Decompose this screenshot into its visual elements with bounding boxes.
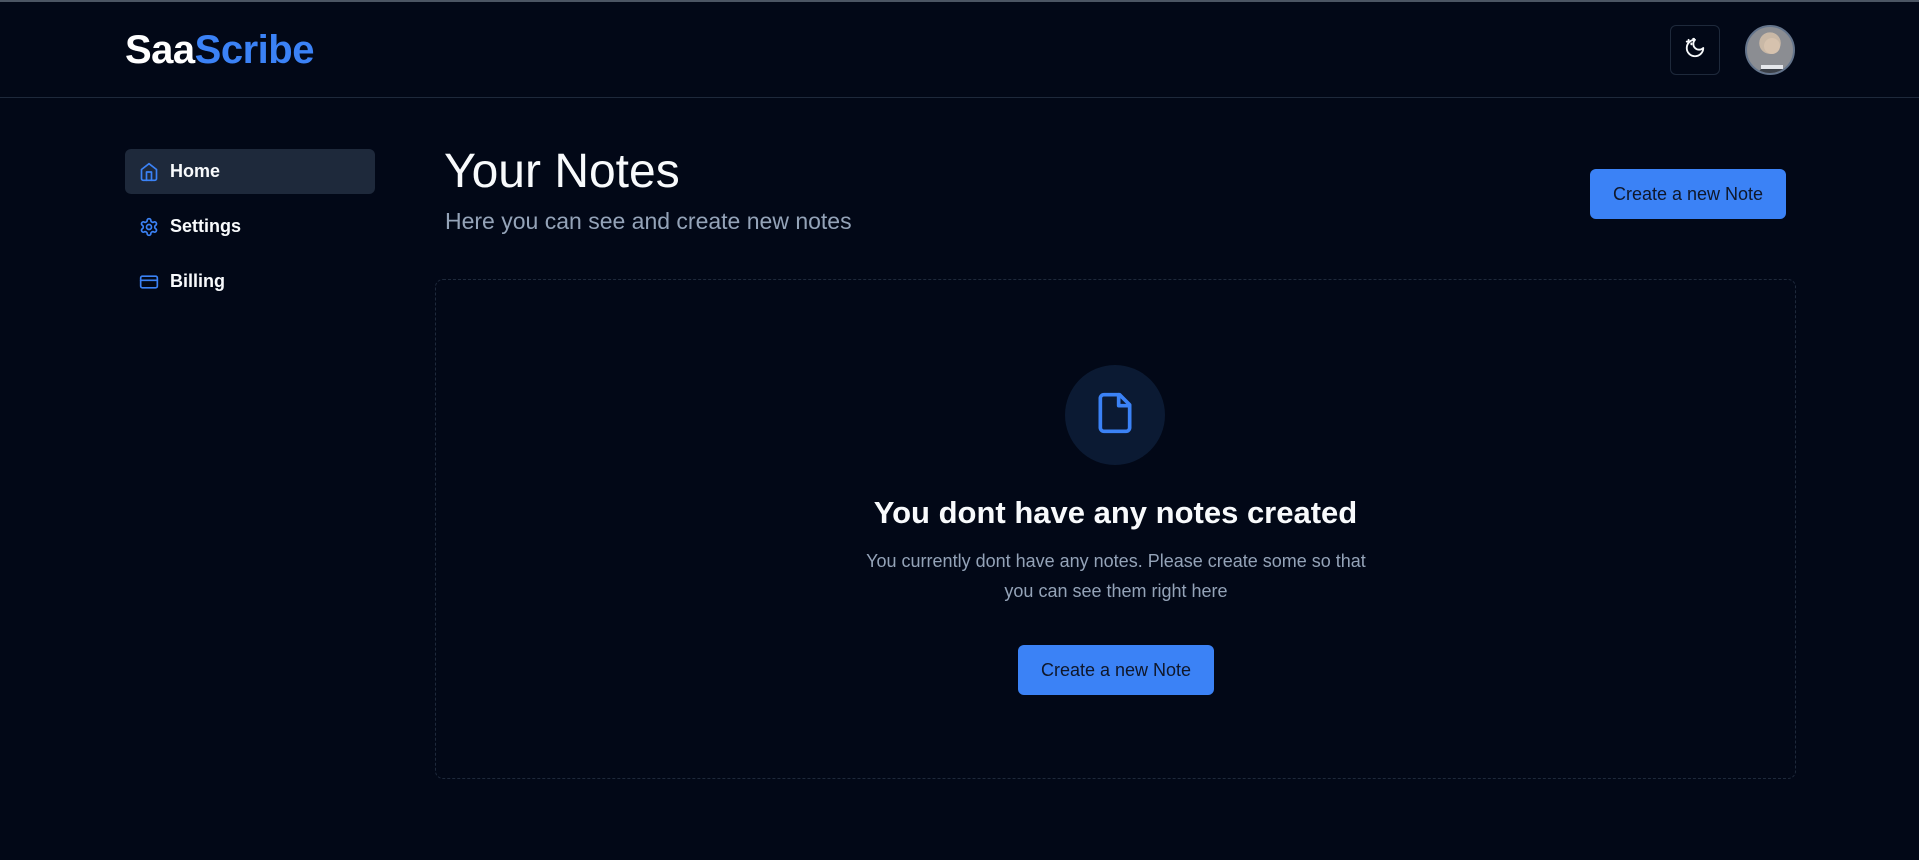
user-avatar[interactable] <box>1745 25 1795 75</box>
page-title: Your Notes <box>444 145 680 198</box>
theme-toggle-button[interactable] <box>1670 25 1720 75</box>
sidebar: Home Settings Billing <box>125 149 375 314</box>
empty-state-title: You dont have any notes created <box>873 495 1358 530</box>
logo-text-primary: Saa <box>125 28 195 72</box>
file-icon <box>1093 389 1137 442</box>
empty-state-create-note-button[interactable]: Create a new Note <box>1018 645 1214 695</box>
sidebar-item-label: Home <box>170 161 221 181</box>
empty-state-description: You currently dont have any notes. Pleas… <box>866 551 1366 601</box>
credit-card-icon <box>139 272 159 292</box>
create-note-button[interactable]: Create a new Note <box>1590 169 1786 219</box>
moon-sun-icon <box>1684 37 1706 64</box>
empty-state-icon-wrapper <box>1065 365 1165 465</box>
empty-state: You dont have any notes created You curr… <box>435 279 1796 779</box>
sidebar-item-billing[interactable]: Billing <box>125 259 375 304</box>
gear-icon <box>139 217 159 237</box>
page-subtitle: Here you can see and create new notes <box>445 208 852 234</box>
app-header: SaaScribe <box>0 2 1919 98</box>
avatar-icon <box>1756 38 1788 73</box>
sidebar-item-home[interactable]: Home <box>125 149 375 194</box>
logo-text-accent: Scribe <box>194 28 315 72</box>
app-logo[interactable]: SaaScribe <box>125 28 314 73</box>
sidebar-item-label: Billing <box>170 271 225 291</box>
sidebar-item-settings[interactable]: Settings <box>125 204 375 249</box>
home-icon <box>139 162 159 182</box>
sidebar-item-label: Settings <box>170 216 242 236</box>
